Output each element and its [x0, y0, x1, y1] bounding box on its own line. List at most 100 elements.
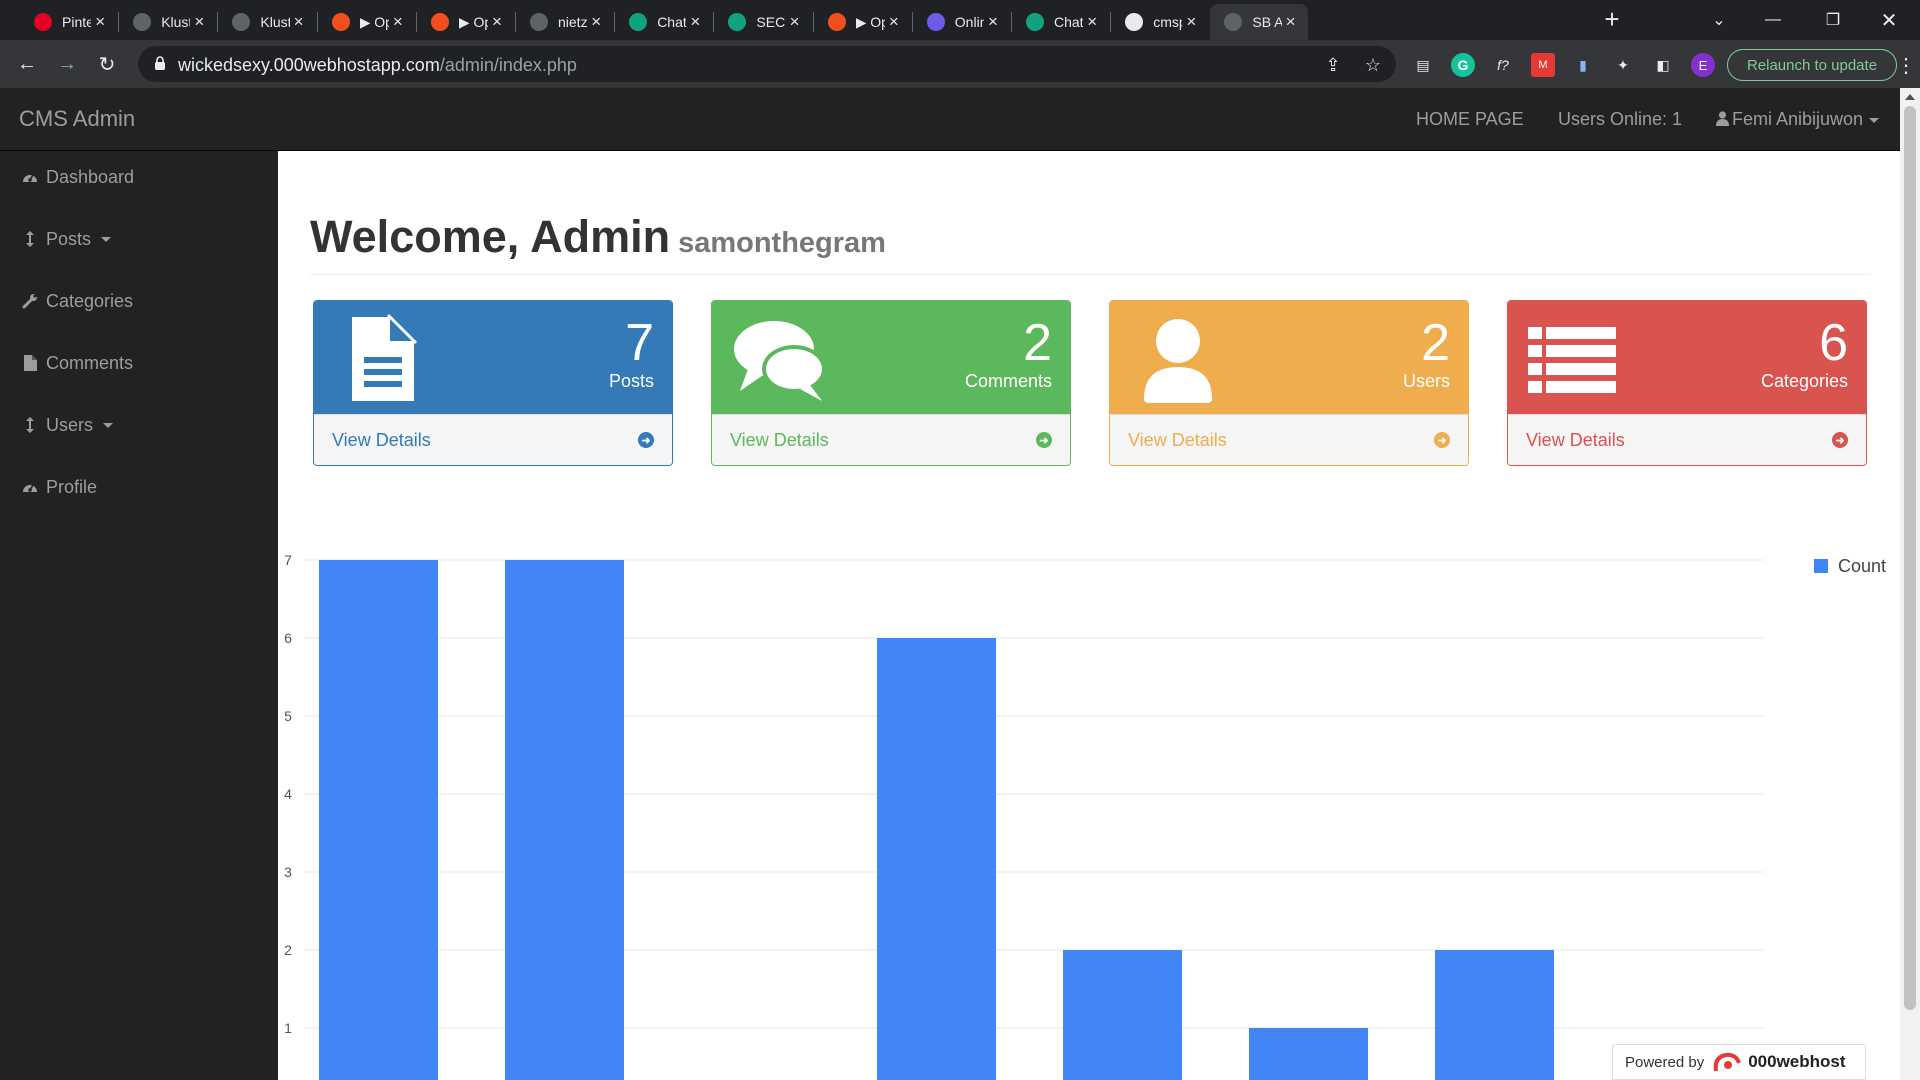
browser-tab[interactable]: ▶ Op× [814, 4, 911, 40]
new-tab-button[interactable]: + [1598, 6, 1626, 34]
close-window-button[interactable]: ✕ [1866, 0, 1912, 40]
panel-heading: 6 Categories [1508, 301, 1866, 414]
webhost-logo-icon [1713, 1052, 1742, 1072]
stat-panel-comments: 2 Comments View Details ➜ [711, 300, 1071, 466]
bar [1435, 950, 1554, 1080]
minimize-button[interactable]: — [1750, 0, 1796, 40]
browser-tab[interactable]: Pinter× [20, 4, 117, 40]
sidebar-item-categories[interactable]: Categories [0, 276, 278, 326]
restore-button[interactable]: ❐ [1810, 0, 1856, 40]
arrow-circle-right-icon: ➜ [1832, 432, 1848, 448]
view-details-link[interactable]: View Details ➜ [1508, 414, 1866, 465]
tab-divider [1011, 12, 1012, 32]
panel-label: Categories [1760, 371, 1848, 391]
sidebar-item-label: Dashboard [46, 166, 135, 187]
browser-tab[interactable]: SECR× [714, 4, 811, 40]
scrollbar-thumb[interactable] [1904, 106, 1916, 1010]
close-tab-icon[interactable]: × [587, 12, 605, 32]
y-tick-label: 3 [284, 864, 292, 880]
forward-icon[interactable]: → [52, 49, 82, 79]
sidebar-item-dashboard[interactable]: Dashboard [0, 152, 278, 202]
close-tab-icon[interactable]: × [290, 12, 308, 32]
dashboard-icon [21, 480, 39, 494]
sidebar-item-label: Comments [46, 352, 134, 373]
page-viewport: CMS Admin HOME PAGE Users Online: 1 Femi… [0, 88, 1900, 1080]
close-tab-icon[interactable]: × [1182, 12, 1200, 32]
close-tab-icon[interactable]: × [190, 12, 208, 32]
arrow-circle-right-icon: ➜ [638, 432, 654, 448]
sidebar-item-profile[interactable]: Profile [0, 462, 278, 512]
font-extension-icon[interactable]: f? [1491, 53, 1515, 77]
browser-tab[interactable]: ▶ Op× [318, 4, 415, 40]
sidebar-item-users[interactable]: Users [0, 400, 278, 450]
side-panel-icon[interactable]: ◧ [1651, 53, 1675, 77]
tab-divider [911, 12, 913, 32]
view-details-link[interactable]: View Details ➜ [314, 414, 672, 465]
tab-search-icon[interactable]: ⌄ [1696, 0, 1742, 40]
close-tab-icon[interactable]: × [1282, 12, 1300, 32]
menu-icon[interactable]: ⋮ [1896, 53, 1916, 77]
puzzle-icon[interactable]: ✦ [1611, 53, 1635, 77]
user-dropdown[interactable]: Femi Anibijuwon [1716, 109, 1880, 130]
close-tab-icon[interactable]: × [389, 12, 407, 32]
tab-divider [614, 12, 616, 32]
view-details-label: View Details [730, 430, 829, 450]
close-tab-icon[interactable]: × [488, 12, 506, 32]
address-bar[interactable]: wickedsexy.000webhostapp.com/admin/index… [138, 46, 1396, 82]
close-tab-icon[interactable]: × [1083, 12, 1101, 32]
bar [877, 638, 996, 1080]
file-text-icon [332, 311, 432, 407]
close-tab-icon[interactable]: × [91, 12, 109, 32]
user-icon [1716, 111, 1729, 126]
close-tab-icon[interactable]: × [786, 12, 804, 32]
users-online: Users Online: 1 [1558, 109, 1683, 129]
bar-chart: 01234567All PostsActive PostsDraft Posts… [284, 552, 1886, 1080]
wrench-icon [21, 293, 39, 309]
sidebar-item-posts[interactable]: Posts [0, 214, 278, 264]
view-details-link[interactable]: View Details ➜ [712, 414, 1070, 465]
sidebar: Dashboard Posts Categories Comments Users Pro… [0, 151, 278, 1080]
dashboard-icon [21, 170, 39, 184]
browser-tab[interactable]: ChatG× [615, 4, 712, 40]
url-host: wickedsexy.000webhostapp.com [178, 55, 440, 75]
sidebar-item-comments[interactable]: Comments [0, 338, 278, 388]
extension-icon[interactable]: M [1531, 53, 1555, 77]
profile-avatar[interactable]: E [1691, 53, 1715, 77]
scrollbar[interactable] [1900, 88, 1920, 1080]
browser-tab[interactable]: ▶ Op× [417, 4, 514, 40]
tab-divider [713, 12, 715, 32]
scroll-up-icon[interactable] [1905, 94, 1915, 100]
globe-icon [133, 13, 152, 31]
sidebar-item-label: Categories [46, 290, 134, 311]
browser-tab[interactable]: Onlin × [913, 4, 1010, 40]
media-extension-icon[interactable]: ▤ [1411, 53, 1435, 77]
main-content: Welcome, Admin samonthegram 7 Posts View De… [278, 151, 1900, 1080]
relaunch-button[interactable]: Relaunch to update [1727, 49, 1897, 81]
view-details-link[interactable]: View Details ➜ [1110, 414, 1468, 465]
home-page-link[interactable]: HOME PAGE [1416, 109, 1524, 130]
browser-tab[interactable]: SB Ac× [1210, 4, 1308, 40]
close-tab-icon[interactable]: × [686, 12, 704, 32]
share-icon[interactable]: ⇪ [1320, 52, 1346, 78]
figma-icon [331, 13, 350, 31]
close-tab-icon[interactable]: × [885, 12, 903, 32]
reload-icon[interactable]: ↻ [92, 49, 122, 79]
browser-tab[interactable]: Kluste× [218, 4, 315, 40]
chatgpt-icon [1026, 13, 1044, 31]
close-tab-icon[interactable]: × [984, 12, 1002, 32]
bar [505, 560, 624, 1080]
bookmark-star-icon[interactable]: ☆ [1360, 52, 1386, 78]
browser-tab[interactable]: nietzs× [516, 4, 613, 40]
grammarly-icon[interactable]: G [1451, 53, 1475, 77]
tab-title: ▶ Op [458, 13, 488, 30]
tab-title: Kluste [260, 14, 289, 30]
brand[interactable]: CMS Admin [19, 106, 135, 132]
docs-extension-icon[interactable]: ▮ [1571, 53, 1595, 77]
webhost-badge[interactable]: Powered by 000webhost [1612, 1044, 1866, 1080]
back-icon[interactable]: ← [12, 49, 42, 79]
browser-tab[interactable]: ChatG× [1012, 4, 1109, 40]
browser-tab[interactable]: Kluste× [119, 4, 216, 40]
page-title: Welcome, Admin samonthegram [310, 211, 1870, 275]
tab-divider [316, 12, 318, 32]
browser-tab[interactable]: cmsp× [1111, 4, 1208, 40]
